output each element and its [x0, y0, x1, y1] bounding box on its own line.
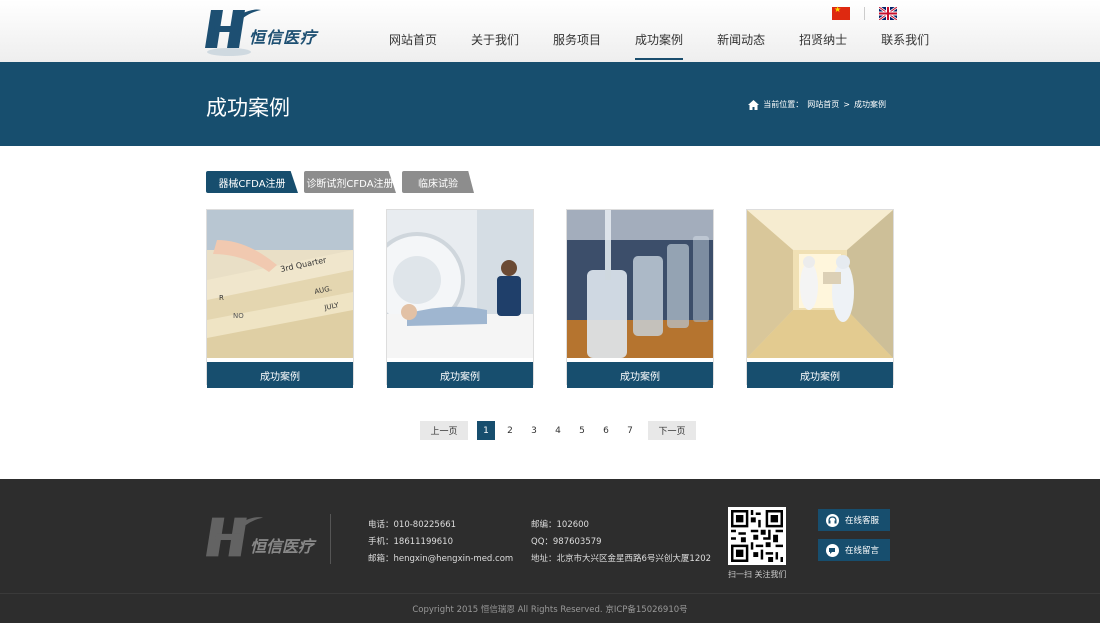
qr-code-icon — [728, 507, 786, 565]
svg-text:R: R — [219, 294, 224, 302]
case-caption: 成功案例 — [387, 362, 533, 388]
email-text: 邮箱：hengxin@hengxin-med.com — [368, 554, 514, 564]
pagination: 上一页 1 2 3 4 5 6 7 下一页 — [420, 421, 696, 440]
footer-logo-text: 恒信医疗 — [250, 537, 315, 556]
breadcrumb-current: 成功案例 — [854, 100, 886, 109]
page-number[interactable]: 4 — [549, 421, 567, 440]
mobile-text: 手机：18611199610 — [368, 537, 453, 547]
main-nav: 网站首页 关于我们 服务项目 成功案例 新闻动态 招贤纳士 联系我们 — [372, 0, 946, 62]
case-caption: 成功案例 — [567, 362, 713, 388]
copyright: Copyright 2015 恒信瑞恩 All Rights Reserved.… — [0, 593, 1100, 623]
category-tabs: 器械CFDA注册 诊断试剂CFDA注册 临床试验 — [206, 171, 474, 193]
page-banner: 成功案例 当前位置： 网站首页 > 成功案例 — [0, 62, 1100, 146]
nav-news[interactable]: 新闻动态 — [700, 0, 782, 62]
case-image-files: 3rd Quarter AUG. JULY R NO — [207, 210, 353, 358]
svg-text:NO: NO — [233, 312, 244, 320]
contact-column-2: 邮编：102600 QQ：987603579 地址：北京市大兴区金星西路6号兴创… — [531, 517, 711, 568]
case-card[interactable]: 成功案例 — [746, 209, 894, 388]
nav-about[interactable]: 关于我们 — [454, 0, 536, 62]
breadcrumb-home-link[interactable]: 网站首页 — [807, 99, 839, 110]
chat-bubble-icon — [826, 543, 839, 557]
page-number[interactable]: 6 — [597, 421, 615, 440]
phone-text: 电话：010-80225661 — [368, 520, 457, 530]
tab-reagent-cfda[interactable]: 诊断试剂CFDA注册 — [304, 171, 396, 193]
address-text: 地址：北京市大兴区金星西路6号兴创大厦1202 — [531, 554, 712, 564]
page: 恒信医疗 网站首页 关于我们 服务项目 成功案例 新闻动态 招贤纳士 联系我们 — [0, 0, 1100, 623]
online-message-label: 在线留言 — [845, 546, 880, 556]
page-number[interactable]: 1 — [477, 421, 495, 440]
next-page-button[interactable]: 下一页 — [648, 421, 696, 440]
breadcrumb-separator: > — [843, 100, 850, 109]
page-number[interactable]: 3 — [525, 421, 543, 440]
qr-caption: 扫一扫 关注我们 — [728, 570, 787, 579]
tab-clinical-trial[interactable]: 临床试验 — [402, 171, 474, 193]
case-grid: 3rd Quarter AUG. JULY R NO 成功案例 成功案例 成功案… — [206, 209, 894, 388]
page-number[interactable]: 5 — [573, 421, 591, 440]
page-number[interactable]: 2 — [501, 421, 519, 440]
prev-page-button[interactable]: 上一页 — [420, 421, 468, 440]
page-title: 成功案例 — [206, 96, 290, 120]
breadcrumb-prefix: 当前位置： — [763, 100, 804, 109]
headset-icon — [826, 513, 839, 527]
tab-device-cfda[interactable]: 器械CFDA注册 — [206, 171, 298, 193]
case-image-lab — [567, 210, 713, 358]
online-service-label: 在线客服 — [845, 516, 880, 526]
nav-services[interactable]: 服务项目 — [536, 0, 618, 62]
case-caption: 成功案例 — [747, 362, 893, 388]
contact-column-1: 电话：010-80225661 手机：18611199610 邮箱：hengxi… — [368, 517, 513, 568]
case-caption: 成功案例 — [207, 362, 353, 388]
online-service-button[interactable]: 在线客服 — [818, 509, 890, 531]
nav-careers[interactable]: 招贤纳士 — [782, 0, 864, 62]
case-card[interactable]: 成功案例 — [566, 209, 714, 388]
site-header: 恒信医疗 网站首页 关于我们 服务项目 成功案例 新闻动态 招贤纳士 联系我们 — [0, 0, 1100, 62]
nav-cases[interactable]: 成功案例 — [618, 0, 700, 62]
breadcrumb: 当前位置： 网站首页 > 成功案例 — [748, 99, 886, 110]
home-icon — [748, 99, 760, 110]
qq-text: QQ：987603579 — [531, 537, 602, 547]
nav-home[interactable]: 网站首页 — [372, 0, 454, 62]
page-number[interactable]: 7 — [621, 421, 639, 440]
online-message-button[interactable]: 在线留言 — [818, 539, 890, 561]
case-image-cleanroom — [747, 210, 893, 358]
logo-text: 恒信医疗 — [249, 28, 318, 47]
footer-divider — [330, 514, 331, 564]
case-card[interactable]: 3rd Quarter AUG. JULY R NO 成功案例 — [206, 209, 354, 388]
site-footer: 恒信医疗 电话：010-80225661 手机：18611199610 邮箱：h… — [0, 479, 1100, 623]
postcode-text: 邮编：102600 — [531, 520, 589, 530]
case-image-mri — [369, 210, 533, 358]
nav-contact[interactable]: 联系我们 — [864, 0, 946, 62]
case-card[interactable]: 成功案例 — [369, 209, 534, 388]
